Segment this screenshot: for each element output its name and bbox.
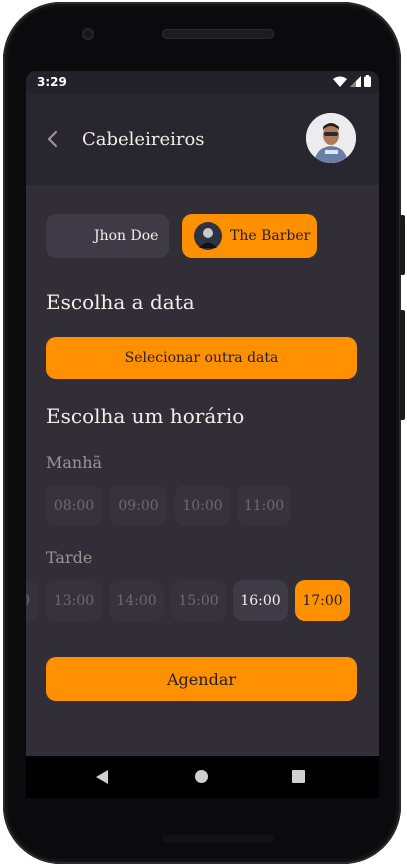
time-slot-1700[interactable]: 17:00 [295, 580, 350, 621]
schedule-button[interactable]: Agendar [46, 657, 357, 701]
circle-home-icon[interactable] [195, 770, 208, 783]
triangle-back-icon[interactable] [96, 770, 108, 784]
app-header: Cabeleireiros [26, 93, 379, 185]
android-nav-bar [26, 756, 379, 798]
page-title: Cabeleireiros [82, 129, 205, 150]
provider-avatar [194, 222, 222, 250]
battery-icon [364, 75, 371, 87]
morning-label: Manhã [46, 453, 103, 472]
time-slot-1600[interactable]: 16:00 [233, 580, 288, 621]
time-slot-1400[interactable]: 14:00 [109, 580, 164, 621]
time-slot-1500[interactable]: 15:00 [171, 580, 226, 621]
user-photo [306, 113, 356, 163]
time-slot-1100[interactable]: 11:00 [237, 485, 291, 526]
barber-photo [194, 222, 222, 250]
chevron-left-icon [47, 130, 58, 148]
status-bar: 3:29 [26, 71, 379, 93]
select-date-button[interactable]: Selecionar outra data [46, 337, 357, 379]
afternoon-label: Tarde [46, 548, 93, 567]
phone-power-button [400, 310, 405, 420]
time-slot-0900[interactable]: 09:00 [110, 485, 167, 526]
phone-volume-button [400, 215, 405, 275]
square-recent-icon[interactable] [292, 770, 305, 783]
time-slot-1200[interactable]: 12:00 [26, 580, 38, 621]
time-slot-1000[interactable]: 10:00 [175, 485, 230, 526]
user-avatar[interactable] [306, 113, 356, 163]
status-icons [333, 75, 371, 87]
back-button[interactable] [46, 128, 68, 150]
provider-name: Jhon Doe [94, 228, 159, 244]
provider-card-the-barber[interactable]: The Barber [182, 214, 317, 258]
app-screen: 3:29 Cabeleireiros Jhon Doe The Barber E… [26, 71, 379, 756]
time-section-title: Escolha um horário [46, 404, 245, 428]
time-slot-1300[interactable]: 13:00 [46, 580, 102, 621]
signal-icon [350, 75, 361, 87]
status-time: 3:29 [37, 75, 67, 89]
provider-avatar [58, 222, 86, 250]
earpiece-speaker [162, 29, 274, 39]
time-slot-0800[interactable]: 08:00 [46, 485, 102, 526]
bottom-speaker [162, 835, 274, 843]
provider-name: The Barber [230, 228, 311, 244]
date-section-title: Escolha a data [46, 290, 195, 314]
provider-card-jhon-doe[interactable]: Jhon Doe [46, 214, 169, 258]
wifi-icon [333, 76, 347, 87]
front-camera-icon [82, 28, 94, 40]
